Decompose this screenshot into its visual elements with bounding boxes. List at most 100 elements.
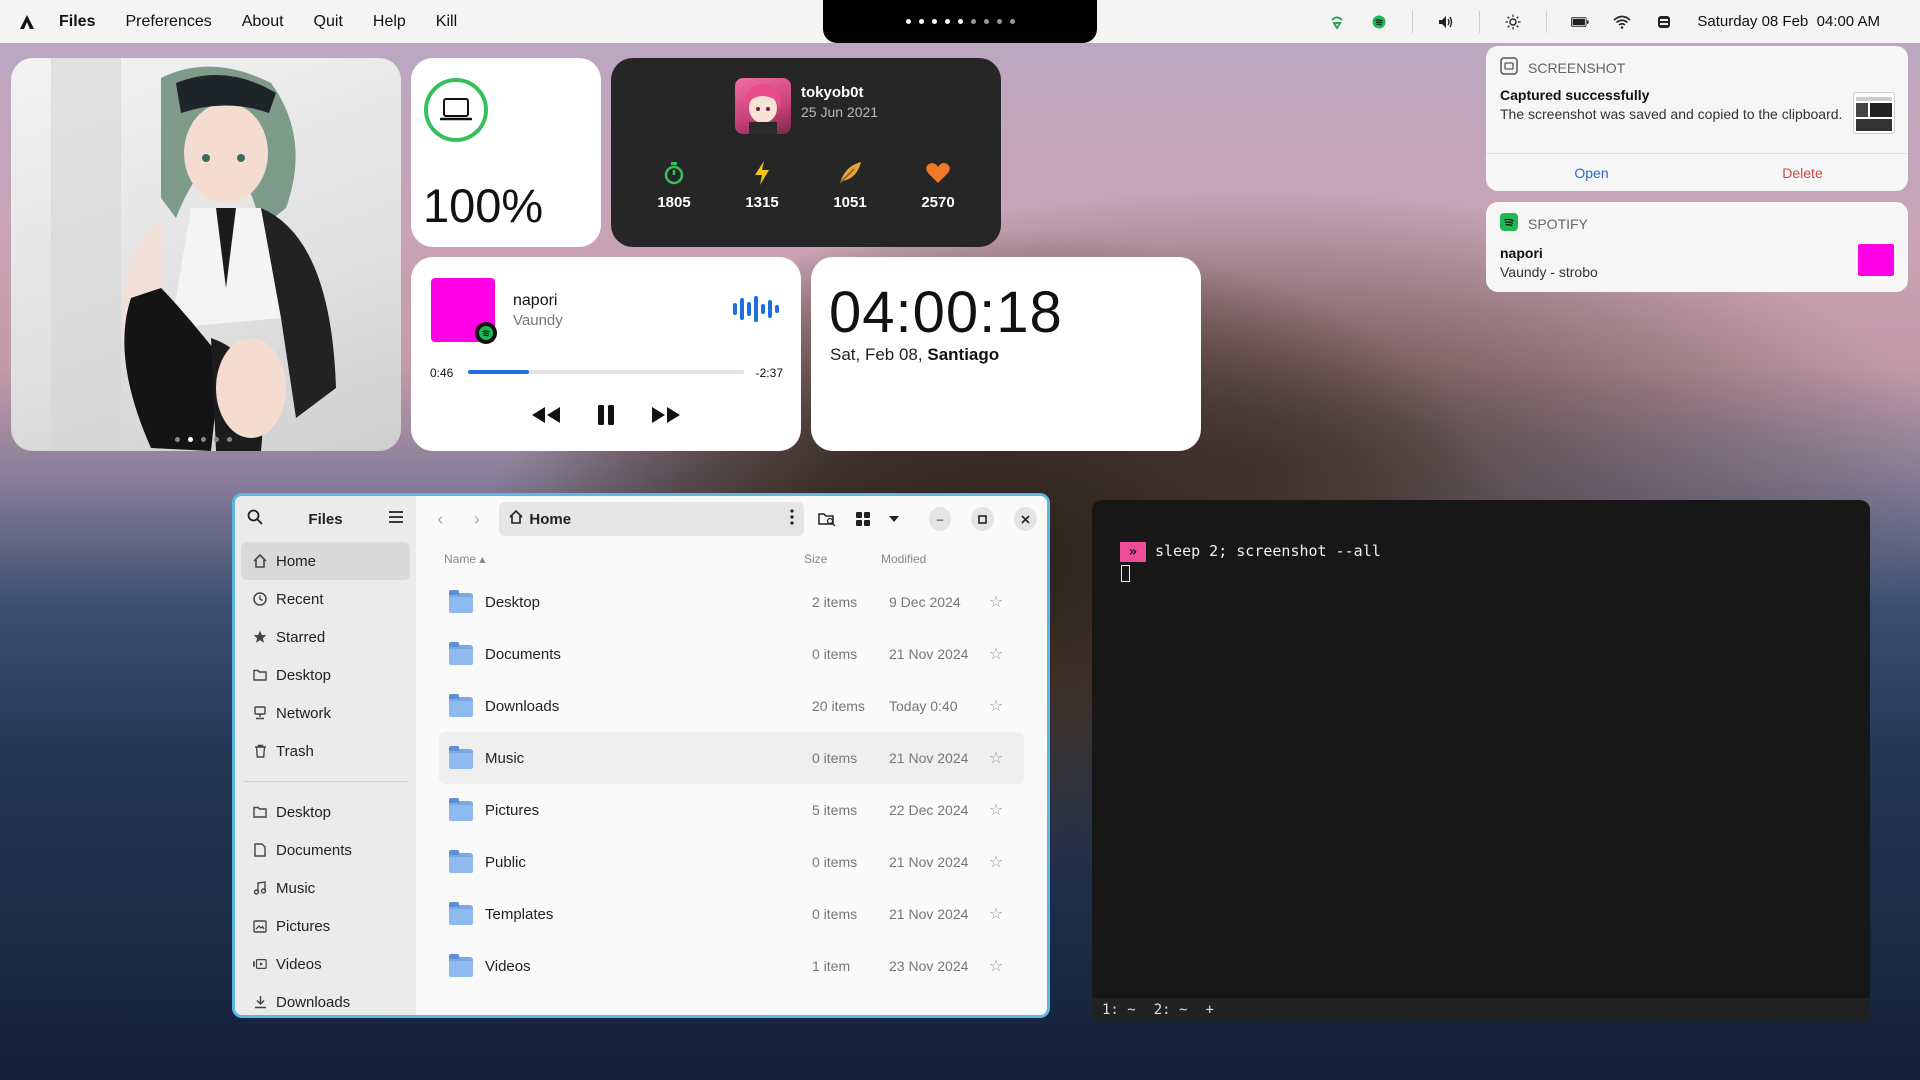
terminal-tab-2[interactable]: 2: ~	[1154, 1002, 1188, 1018]
notification-title: napori	[1500, 245, 1543, 261]
wifi-icon[interactable]	[1613, 13, 1631, 31]
file-size: 0 items	[812, 854, 858, 870]
search-folder-icon[interactable]	[812, 504, 841, 534]
maximize-button[interactable]	[971, 507, 995, 531]
delete-button[interactable]: Delete	[1697, 154, 1908, 191]
seek-bar[interactable]	[468, 370, 744, 374]
minimize-button[interactable]: –	[928, 507, 952, 531]
sidebar-item-downloads[interactable]: Downloads	[241, 983, 410, 1015]
sidebar-item-music[interactable]: Music	[241, 869, 410, 907]
view-options-icon[interactable]	[886, 504, 903, 534]
star-toggle-icon[interactable]: ☆	[981, 800, 1011, 820]
network-tray-icon[interactable]	[1328, 13, 1346, 31]
sidebar-item-label: Desktop	[276, 803, 332, 821]
table-row[interactable]: Public 0 items 21 Nov 2024 ☆	[439, 836, 1024, 888]
battery-percentage: 100%	[423, 179, 544, 232]
files-title: Files	[308, 510, 343, 528]
star-toggle-icon[interactable]: ☆	[981, 852, 1011, 872]
terminal-tab-1[interactable]: 1: ~	[1102, 1002, 1136, 1018]
workspace-dot[interactable]	[918, 19, 924, 24]
forward-button[interactable]: ›	[463, 504, 492, 534]
folder-icon	[449, 746, 473, 769]
workspace-dot[interactable]	[957, 19, 963, 24]
path-bar[interactable]: Home	[499, 502, 805, 536]
sidebar-item-desktop[interactable]: Desktop	[241, 656, 410, 694]
tray-divider	[1412, 10, 1414, 33]
sidebar-item-documents[interactable]: Documents	[241, 831, 410, 869]
sidebar-item-desktop[interactable]: Desktop	[241, 793, 410, 831]
previous-track-button[interactable]	[531, 402, 561, 428]
workspace-dot[interactable]	[944, 19, 950, 24]
notification-spotify[interactable]: SPOTIFY napori Vaundy - strobo	[1486, 202, 1908, 292]
workspace-switcher[interactable]	[823, 0, 1097, 43]
menu-about[interactable]: About	[242, 13, 284, 31]
close-button[interactable]	[1014, 507, 1038, 531]
avatar[interactable]	[735, 78, 791, 134]
star-toggle-icon[interactable]: ☆	[981, 956, 1011, 976]
table-row[interactable]: Documents 0 items 21 Nov 2024 ☆	[439, 628, 1024, 680]
open-button[interactable]: Open	[1486, 154, 1697, 191]
table-row[interactable]: Pictures 5 items 22 Dec 2024 ☆	[439, 784, 1024, 836]
star-toggle-icon[interactable]: ☆	[981, 748, 1011, 768]
table-row[interactable]: Downloads 20 items Today 0:40 ☆	[439, 680, 1024, 732]
column-modified[interactable]: Modified	[881, 552, 926, 566]
grid-view-icon[interactable]	[849, 504, 878, 534]
column-size[interactable]: Size	[804, 552, 881, 566]
spotify-tray-icon[interactable]	[1370, 13, 1388, 31]
pause-button[interactable]	[591, 402, 621, 428]
menu-kill[interactable]: Kill	[436, 13, 457, 31]
sidebar-divider	[243, 781, 408, 782]
app-name[interactable]: Files	[59, 13, 95, 31]
sort-ascending-icon: ▴	[479, 552, 486, 566]
folder-icon	[253, 669, 267, 681]
workspace-dot[interactable]	[905, 19, 911, 24]
star-toggle-icon[interactable]: ☆	[981, 696, 1011, 716]
table-row[interactable]: Desktop 2 items 9 Dec 2024 ☆	[439, 576, 1024, 628]
workspace-dot[interactable]	[931, 19, 937, 24]
workspace-dot[interactable]	[983, 19, 989, 24]
hamburger-menu-icon[interactable]	[388, 510, 404, 529]
sidebar-item-recent[interactable]: Recent	[241, 580, 410, 618]
table-row[interactable]: Templates 0 items 21 Nov 2024 ☆	[439, 888, 1024, 940]
track-title: napori	[513, 292, 558, 309]
back-button[interactable]: ‹	[426, 504, 455, 534]
stat-value: 1051	[833, 194, 867, 211]
notification-body: The screenshot was saved and copied to t…	[1500, 106, 1843, 122]
carousel-dots[interactable]	[175, 437, 232, 442]
star-toggle-icon[interactable]: ☆	[981, 904, 1011, 924]
screenshot-thumbnail[interactable]	[1853, 92, 1895, 134]
table-row[interactable]: Videos 1 item 23 Nov 2024 ☆	[439, 940, 1024, 992]
next-track-button[interactable]	[651, 402, 681, 428]
sidebar-item-starred[interactable]: Starred	[241, 618, 410, 656]
launcher-icon[interactable]	[17, 12, 37, 32]
file-size: 2 items	[812, 594, 858, 610]
menu-help[interactable]: Help	[373, 13, 406, 31]
volume-icon[interactable]	[1437, 13, 1455, 31]
sidebar-item-home[interactable]: Home	[241, 542, 410, 580]
brightness-icon[interactable]	[1504, 13, 1522, 31]
notification-app: SPOTIFY	[1528, 215, 1588, 232]
menu-preferences[interactable]: Preferences	[125, 13, 211, 31]
path-label: Home	[529, 510, 572, 528]
terminal-window[interactable]: » sleep 2; screenshot --all 1: ~ 2: ~ +	[1092, 500, 1870, 1022]
workspace-dot[interactable]	[970, 19, 976, 24]
sidebar-item-network[interactable]: Network	[241, 694, 410, 732]
notification-screenshot[interactable]: SCREENSHOT Captured successfully The scr…	[1486, 46, 1908, 191]
table-row[interactable]: Music 0 items 21 Nov 2024 ☆	[439, 732, 1024, 784]
menu-quit[interactable]: Quit	[314, 13, 343, 31]
workspace-dot[interactable]	[996, 19, 1002, 24]
sidebar-item-trash[interactable]: Trash	[241, 732, 410, 770]
star-toggle-icon[interactable]: ☆	[981, 644, 1011, 664]
star-toggle-icon[interactable]: ☆	[981, 592, 1011, 612]
search-icon[interactable]	[247, 509, 263, 530]
sidebar-item-videos[interactable]: Videos	[241, 945, 410, 983]
sidebar-item-pictures[interactable]: Pictures	[241, 907, 410, 945]
new-tab-button[interactable]: +	[1205, 1002, 1213, 1018]
workspace-dot[interactable]	[1009, 19, 1015, 24]
column-name[interactable]: Name ▴	[444, 552, 804, 566]
battery-icon[interactable]	[1571, 13, 1589, 31]
screenshot-icon	[1500, 57, 1518, 78]
path-menu-icon[interactable]	[790, 509, 794, 529]
clock-datetime[interactable]: Saturday 08 Feb 04:00 AM	[1697, 13, 1880, 30]
storage-icon[interactable]	[1655, 13, 1673, 31]
